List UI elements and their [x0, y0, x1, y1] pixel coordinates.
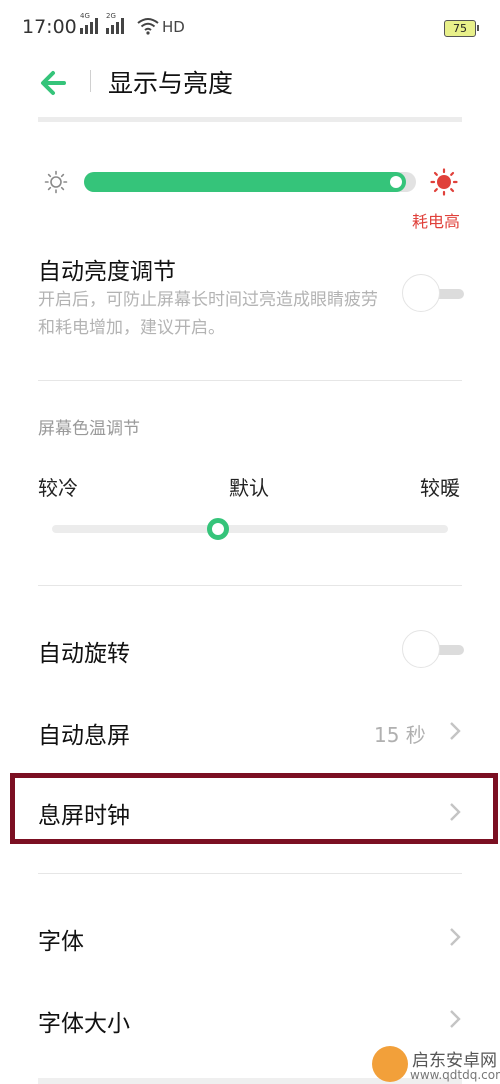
brightness-fill — [84, 172, 407, 192]
power-warning-label: 耗电高 — [412, 212, 461, 231]
sun-big-icon — [430, 168, 458, 196]
watermark-logo — [372, 1046, 408, 1082]
auto-brightness-toggle[interactable] — [402, 274, 464, 314]
brightness-thumb[interactable] — [390, 176, 403, 188]
color-temp-track — [52, 525, 448, 533]
brightness-slider[interactable] — [84, 172, 416, 192]
signal-gen-label: 2G — [106, 12, 116, 20]
color-temp-slider[interactable] — [52, 518, 448, 540]
color-temp-thumb[interactable] — [207, 518, 230, 540]
wifi-icon — [137, 18, 159, 35]
sun-small-icon — [44, 170, 68, 194]
screen-timeout-title: 自动息屏 — [38, 723, 130, 749]
screen-timeout-value: 15 秒 — [374, 723, 426, 747]
signal-gen-label: 4G — [80, 12, 90, 20]
auto-brightness-title: 自动亮度调节 — [38, 259, 176, 285]
header-separator — [90, 70, 91, 92]
auto-rotate-title: 自动旋转 — [38, 641, 130, 667]
auto-brightness-description: 开启后，可防止屏幕长时间过亮造成眼睛疲劳和耗电增加，建议开启。 — [38, 290, 378, 338]
divider — [38, 873, 462, 874]
status-time: 17:00 — [22, 16, 77, 38]
chevron-right-icon — [450, 1010, 461, 1028]
aod-clock-title: 息屏时钟 — [38, 803, 130, 829]
font-size-title: 字体大小 — [38, 1011, 130, 1037]
divider — [38, 380, 462, 381]
toggle-knob — [402, 274, 440, 312]
status-bar: 17:00 4G 2G HD 75 — [0, 0, 500, 58]
back-arrow-icon[interactable] — [38, 68, 72, 98]
page-header: 显示与亮度 — [0, 58, 500, 118]
network-label: HD — [162, 18, 185, 36]
divider — [38, 585, 462, 586]
color-temp-section-label: 屏幕色温调节 — [38, 419, 140, 439]
battery-icon: 75 — [444, 20, 479, 37]
font-title: 字体 — [38, 929, 84, 955]
auto-rotate-toggle[interactable] — [402, 630, 464, 670]
chevron-right-icon — [450, 928, 461, 946]
watermark-url: www.qdtdq.com — [410, 1068, 500, 1082]
top-divider — [38, 117, 462, 122]
page-title: 显示与亮度 — [108, 69, 234, 98]
color-temp-cold-label: 较冷 — [38, 476, 78, 500]
signal-icon-sim2: 2G — [106, 12, 124, 34]
chevron-right-icon — [450, 803, 461, 821]
signal-icon-sim1: 4G — [80, 12, 98, 34]
toggle-knob — [402, 630, 440, 668]
battery-level: 75 — [453, 22, 467, 35]
color-temp-default-label: 默认 — [229, 476, 269, 500]
color-temp-warm-label: 较暖 — [420, 476, 460, 500]
chevron-right-icon — [450, 722, 461, 740]
